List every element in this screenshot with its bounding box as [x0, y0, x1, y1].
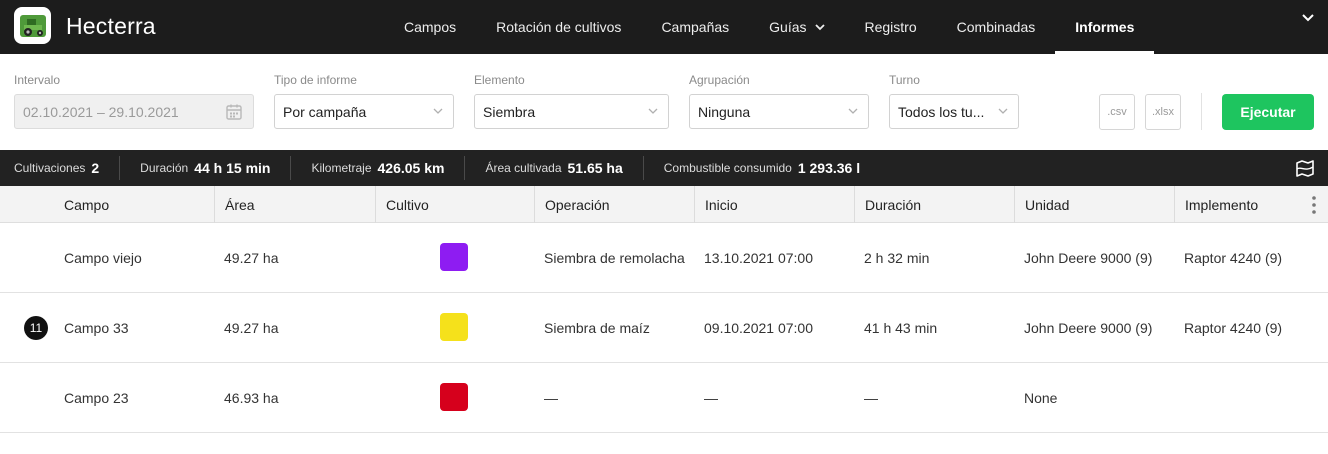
cell-duracion: 2 h 32 min [864, 250, 930, 266]
summary-value: 2 [91, 160, 100, 176]
grouping-label: Agrupación [689, 73, 750, 87]
export-xlsx-button[interactable]: .xlsx [1145, 94, 1181, 130]
summary-cultivated-area: Área cultivada 51.65 ha [464, 156, 642, 180]
export-csv-button[interactable]: .csv [1099, 94, 1135, 130]
shift-label: Turno [889, 73, 920, 87]
column-header-duracion[interactable]: Duración [854, 186, 1014, 223]
cell-operacion: Siembra de maíz [544, 320, 650, 336]
cell-duracion: 41 h 43 min [864, 320, 938, 336]
nav-item-registro[interactable]: Registro [845, 0, 937, 54]
top-navigation-bar: Hecterra Campos Rotación de cultivos Cam… [0, 0, 1328, 54]
cell-operacion: Siembra de remolacha [544, 250, 685, 266]
chevron-down-icon [648, 108, 658, 116]
toolbar-divider [1201, 93, 1202, 130]
summary-cultivations: Cultivaciones 2 [0, 156, 119, 180]
cell-area: 49.27 ha [224, 250, 279, 266]
column-header-implemento[interactable]: Implemento [1174, 186, 1304, 223]
nav-item-label: Campos [404, 19, 457, 35]
tractor-logo-icon[interactable] [14, 7, 51, 44]
nav-item-combinadas[interactable]: Combinadas [937, 0, 1056, 54]
chevron-down-icon [848, 108, 858, 116]
interval-label: Intervalo [14, 73, 61, 87]
element-value: Siembra [483, 103, 536, 120]
column-header-operacion[interactable]: Operación [534, 186, 694, 223]
summary-value: 1 293.36 l [797, 160, 861, 176]
nav-item-label: Campañas [661, 19, 730, 35]
chevron-down-icon [433, 108, 443, 116]
crop-color-swatch [440, 313, 468, 341]
crop-color-swatch [440, 383, 468, 411]
nav-item-label: Guías [769, 19, 807, 35]
cell-implemento: Raptor 4240 (9) [1184, 250, 1283, 266]
nav-item-campos[interactable]: Campos [384, 0, 476, 54]
shift-value: Todos los tu... [898, 103, 985, 120]
table-row[interactable]: Campo 23 46.93 ha — — — None [0, 363, 1328, 433]
summary-value: 51.65 ha [567, 160, 623, 176]
column-header-inicio[interactable]: Inicio [694, 186, 854, 223]
nav-item-label: Combinadas [956, 19, 1036, 35]
summary-value: 426.05 km [377, 160, 445, 176]
row-count-badge: 11 [24, 316, 48, 340]
nav-item-informes[interactable]: Informes [1055, 0, 1155, 54]
summary-mileage: Kilometraje 426.05 km [290, 156, 464, 180]
element-select[interactable]: Siembra [474, 94, 669, 129]
map-icon[interactable] [1296, 160, 1314, 177]
cell-duracion: — [864, 390, 878, 406]
grouping-select[interactable]: Ninguna [689, 94, 869, 129]
report-type-label: Tipo de informe [274, 73, 357, 87]
summary-duration: Duración 44 h 15 min [119, 156, 290, 180]
table-row[interactable]: Campo viejo 49.27 ha Siembra de remolach… [0, 223, 1328, 293]
chevron-down-icon [998, 108, 1008, 116]
cell-area: 49.27 ha [224, 320, 279, 336]
nav-item-campanas[interactable]: Campañas [641, 0, 749, 54]
nav-item-guias[interactable]: Guías [749, 0, 844, 54]
interval-value: 02.10.2021 – 29.10.2021 [23, 103, 179, 120]
nav-item-rotacion-cultivos[interactable]: Rotación de cultivos [476, 0, 641, 54]
table-row[interactable]: 11 Campo 33 49.27 ha Siembra de maíz 09.… [0, 293, 1328, 363]
cell-inicio: — [704, 390, 718, 406]
report-summary-bar: Cultivaciones 2 Duración 44 h 15 min Kil… [0, 150, 1328, 186]
cell-inicio: 09.10.2021 07:00 [704, 320, 813, 336]
summary-label: Duración [140, 161, 189, 175]
summary-label: Kilometraje [311, 161, 372, 175]
chevron-down-icon [814, 23, 825, 31]
column-header-unidad[interactable]: Unidad [1014, 186, 1174, 223]
nav-item-label: Informes [1075, 19, 1135, 35]
crop-color-swatch [440, 243, 468, 271]
cell-campo: Campo 23 [64, 390, 129, 406]
cell-area: 46.93 ha [224, 390, 279, 406]
cell-campo: Campo 33 [64, 320, 129, 336]
cell-inicio: 13.10.2021 07:00 [704, 250, 813, 266]
app-brand-name: Hecterra [66, 13, 156, 39]
cell-unidad: John Deere 9000 (9) [1024, 250, 1153, 266]
cell-operacion: — [544, 390, 558, 406]
shift-select[interactable]: Todos los tu... [889, 94, 1019, 129]
cell-unidad: None [1024, 390, 1058, 406]
column-header-area[interactable]: Área [214, 186, 375, 223]
summary-label: Cultivaciones [14, 161, 86, 175]
summary-label: Área cultivada [485, 161, 562, 175]
user-menu-chevron-icon[interactable] [1300, 10, 1316, 26]
report-type-value: Por campaña [283, 103, 367, 120]
cell-unidad: John Deere 9000 (9) [1024, 320, 1153, 336]
element-label: Elemento [474, 73, 525, 87]
cell-campo: Campo viejo [64, 250, 142, 266]
summary-fuel-consumed: Combustible consumido 1 293.36 l [642, 156, 880, 180]
main-nav: Campos Rotación de cultivos Campañas Guí… [384, 0, 1155, 54]
calendar-icon [225, 103, 243, 121]
column-header-cultivo[interactable]: Cultivo [375, 186, 535, 223]
interval-date-field[interactable]: 02.10.2021 – 29.10.2021 [14, 94, 254, 129]
run-report-button[interactable]: Ejecutar [1222, 94, 1314, 130]
cell-implemento: Raptor 4240 (9) [1184, 320, 1283, 336]
nav-item-label: Registro [864, 19, 917, 35]
nav-item-label: Rotación de cultivos [496, 19, 622, 35]
report-type-select[interactable]: Por campaña [274, 94, 454, 129]
grouping-value: Ninguna [698, 103, 751, 120]
summary-value: 44 h 15 min [194, 160, 271, 176]
summary-label: Combustible consumido [663, 161, 792, 175]
column-header-campo[interactable]: Campo [64, 186, 214, 223]
table-header: Campo Área Cultivo Operación Inicio Dura… [0, 186, 1328, 223]
more-vertical-icon[interactable] [1310, 195, 1318, 215]
